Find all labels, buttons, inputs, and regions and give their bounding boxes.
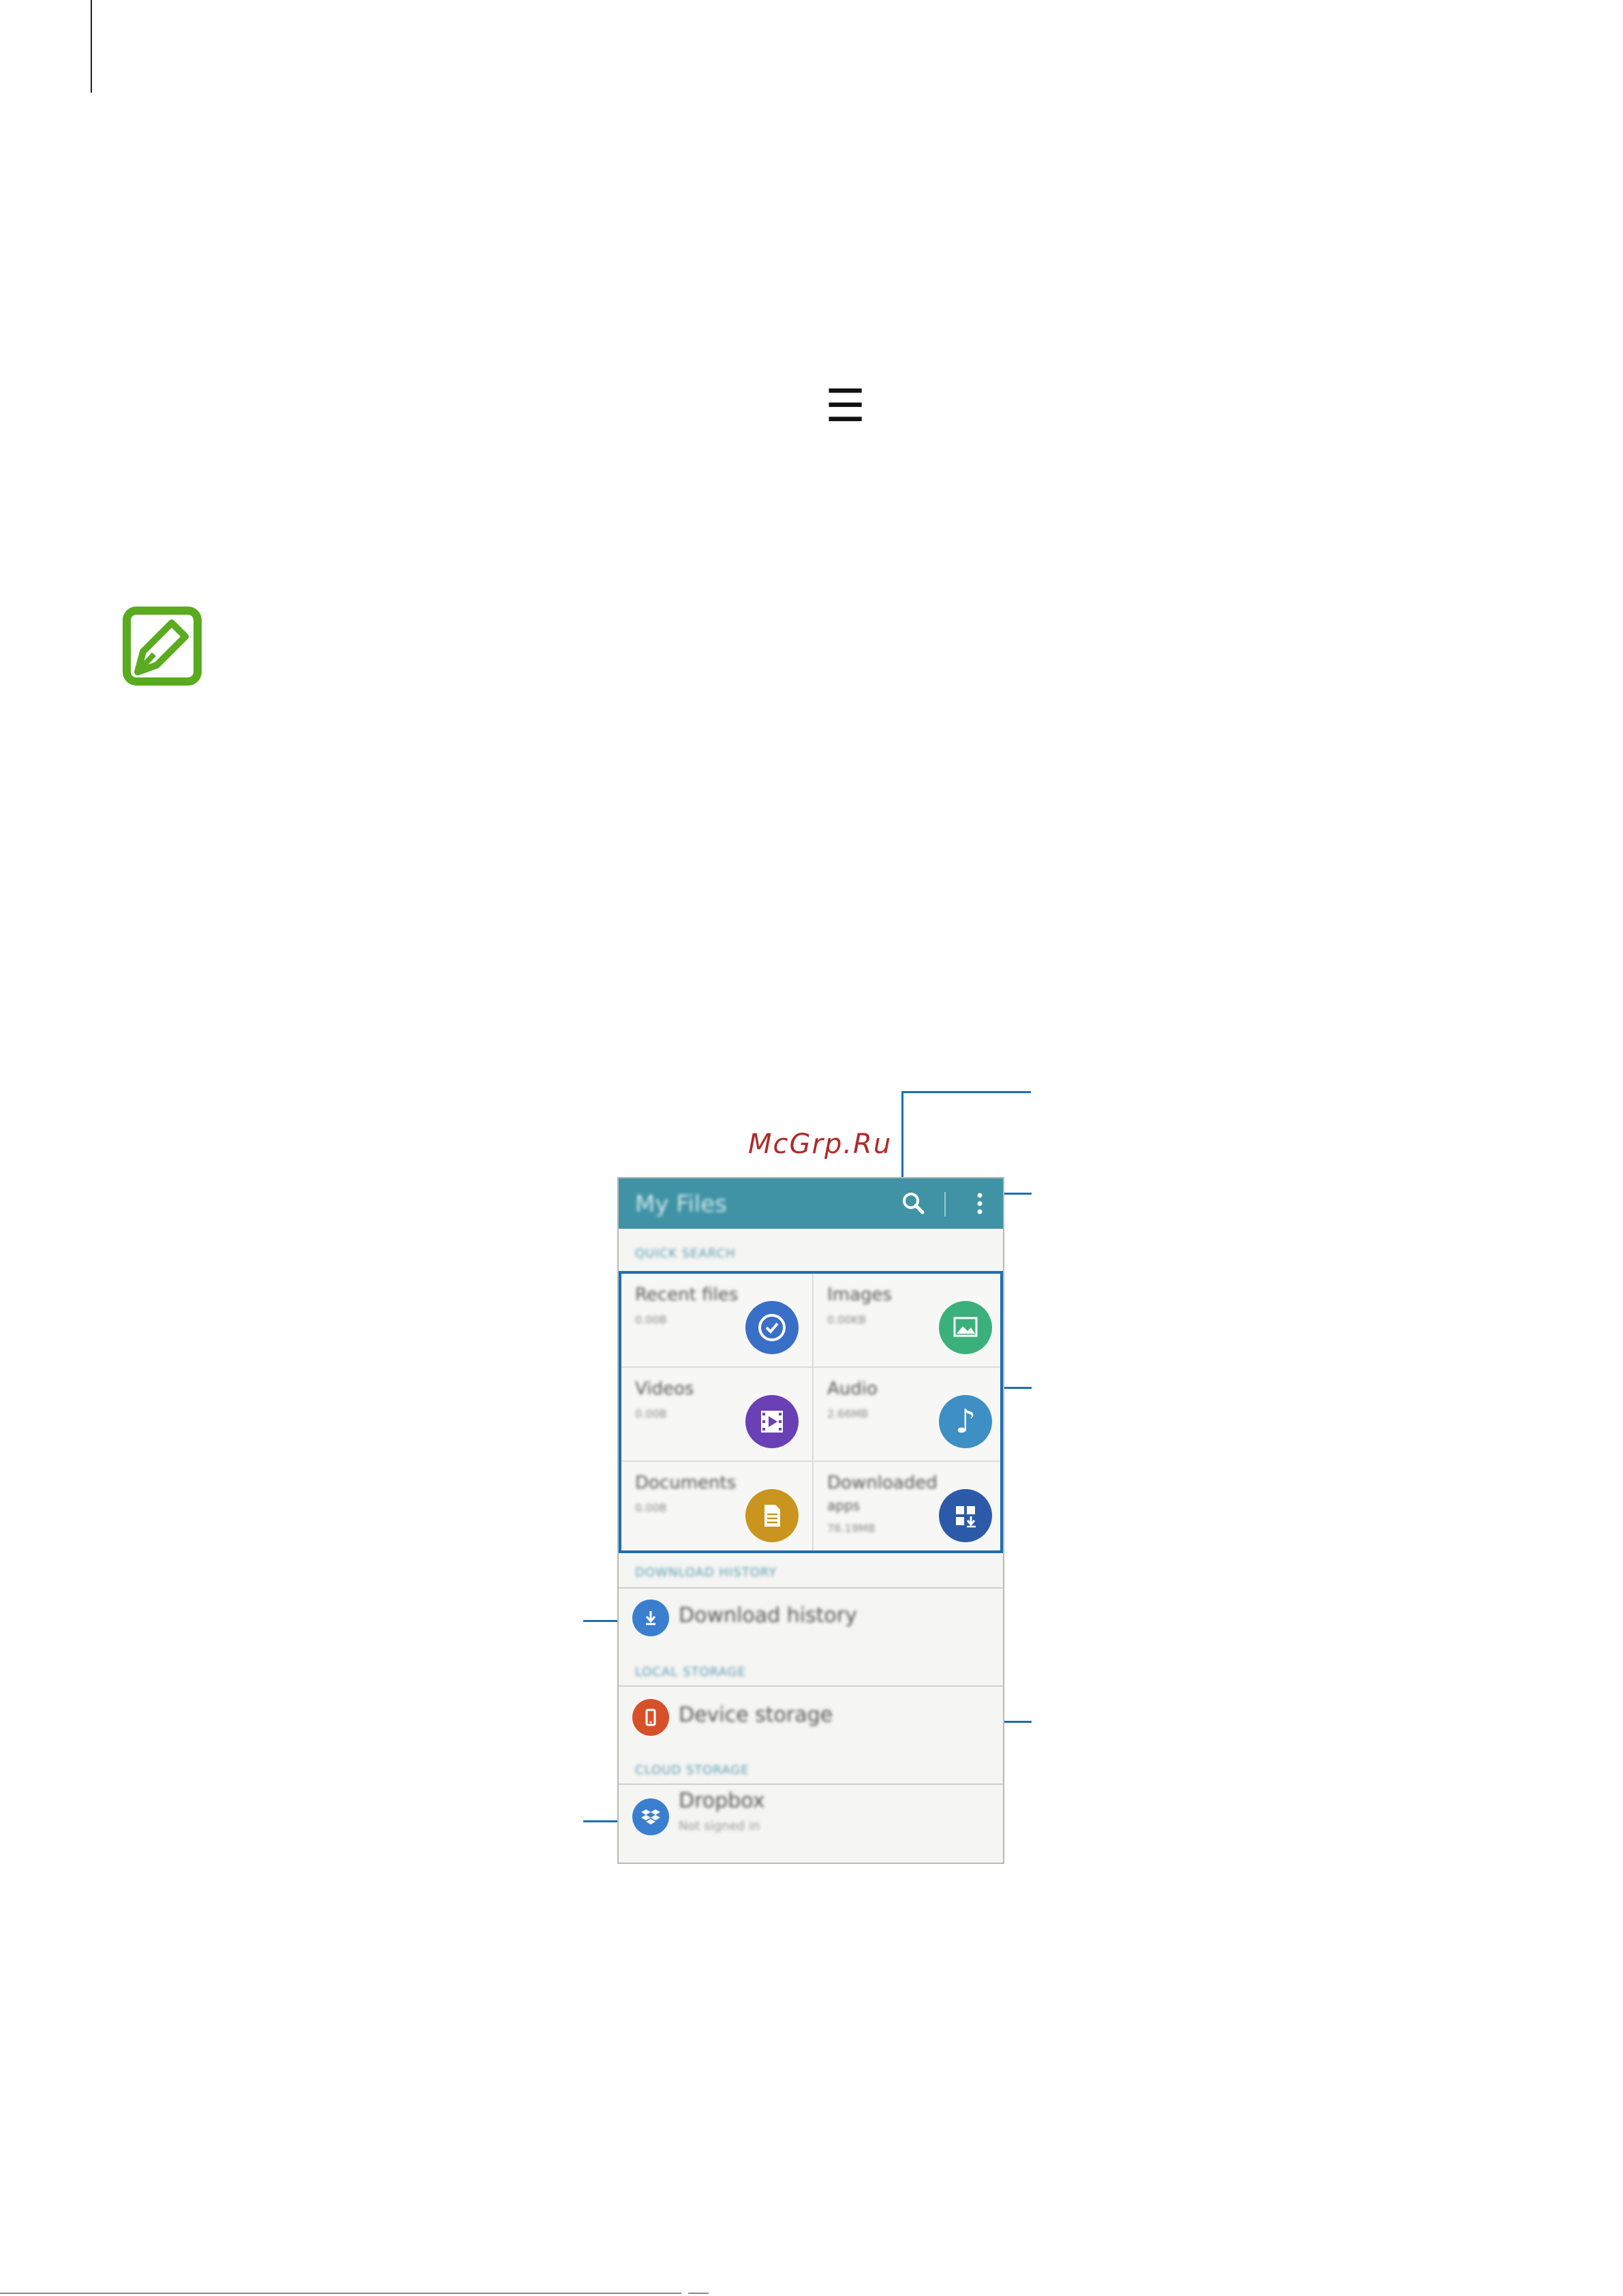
category-size: 2.66MB xyxy=(827,1407,869,1420)
category-grid: Recent files 0.00B Images 0.00KB Videos … xyxy=(619,1271,1003,1553)
callout-search-horizontal xyxy=(901,1091,1031,1093)
note-pencil-icon xyxy=(123,607,202,686)
section-quick-search: QUICK SEARCH xyxy=(635,1246,736,1261)
download-icon xyxy=(632,1599,669,1636)
category-size: 0.00KB xyxy=(827,1313,867,1326)
phone-icon xyxy=(632,1699,669,1736)
image-icon xyxy=(939,1301,992,1354)
category-title-line2: apps xyxy=(827,1497,861,1514)
category-size: 76.19MB xyxy=(827,1522,876,1535)
category-audio[interactable]: Audio 2.66MB ♪ xyxy=(814,1368,1003,1462)
category-downloaded-apps[interactable]: Downloaded apps 76.19MB xyxy=(814,1462,1003,1556)
clock-icon xyxy=(745,1301,799,1354)
download-history-label: Download history xyxy=(679,1604,857,1627)
category-size: 0.00B xyxy=(635,1501,667,1514)
dropbox-label: Dropbox xyxy=(679,1789,765,1813)
app-bar: My Files xyxy=(619,1178,1003,1229)
section-download-history: DOWNLOAD HISTORY xyxy=(635,1565,777,1580)
category-size: 0.00B xyxy=(635,1407,667,1420)
category-images[interactable]: Images 0.00KB xyxy=(814,1274,1003,1368)
device-storage-label: Device storage xyxy=(679,1703,833,1727)
category-title: Images xyxy=(827,1285,892,1305)
divider xyxy=(619,1587,1003,1589)
section-cloud-storage: CLOUD STORAGE xyxy=(635,1763,749,1777)
dropbox-row[interactable]: Dropbox Not signed in xyxy=(619,1786,1003,1843)
margin-rule xyxy=(91,0,92,93)
device-storage-row[interactable]: Device storage xyxy=(619,1688,1003,1745)
footer-rule xyxy=(0,2293,681,2294)
category-documents[interactable]: Documents 0.00B xyxy=(621,1462,814,1556)
watermark: McGrp.Ru xyxy=(748,1129,893,1160)
more-options-icon[interactable] xyxy=(966,1187,993,1221)
appbar-separator xyxy=(944,1192,946,1216)
callout-categories xyxy=(1004,1387,1032,1389)
dropbox-icon xyxy=(632,1798,669,1835)
category-title: Audio xyxy=(827,1379,878,1399)
music-note-icon: ♪ xyxy=(939,1395,992,1448)
menu-icon: ☰ xyxy=(825,380,866,432)
category-title: Videos xyxy=(635,1379,694,1399)
category-title: Downloaded xyxy=(827,1473,938,1493)
divider xyxy=(619,1784,1003,1785)
download-history-row[interactable]: Download history xyxy=(619,1590,1003,1647)
my-files-screen: My Files QUICK SEARCH Recent files 0.00B… xyxy=(617,1177,1004,1864)
divider xyxy=(619,1685,1003,1687)
apps-download-icon xyxy=(939,1489,992,1542)
search-icon[interactable] xyxy=(897,1187,931,1221)
category-title: Documents xyxy=(635,1473,737,1493)
app-title: My Files xyxy=(635,1191,727,1218)
category-recent-files[interactable]: Recent files 0.00B xyxy=(621,1274,814,1368)
dropbox-status: Not signed in xyxy=(679,1819,760,1833)
footer-rule-dash xyxy=(688,2293,709,2294)
document-icon xyxy=(745,1489,799,1542)
section-local-storage: LOCAL STORAGE xyxy=(635,1665,746,1679)
category-videos[interactable]: Videos 0.00B xyxy=(621,1368,814,1462)
category-title: Recent files xyxy=(635,1285,739,1305)
video-icon xyxy=(745,1395,799,1448)
category-size: 0.00B xyxy=(635,1313,667,1326)
